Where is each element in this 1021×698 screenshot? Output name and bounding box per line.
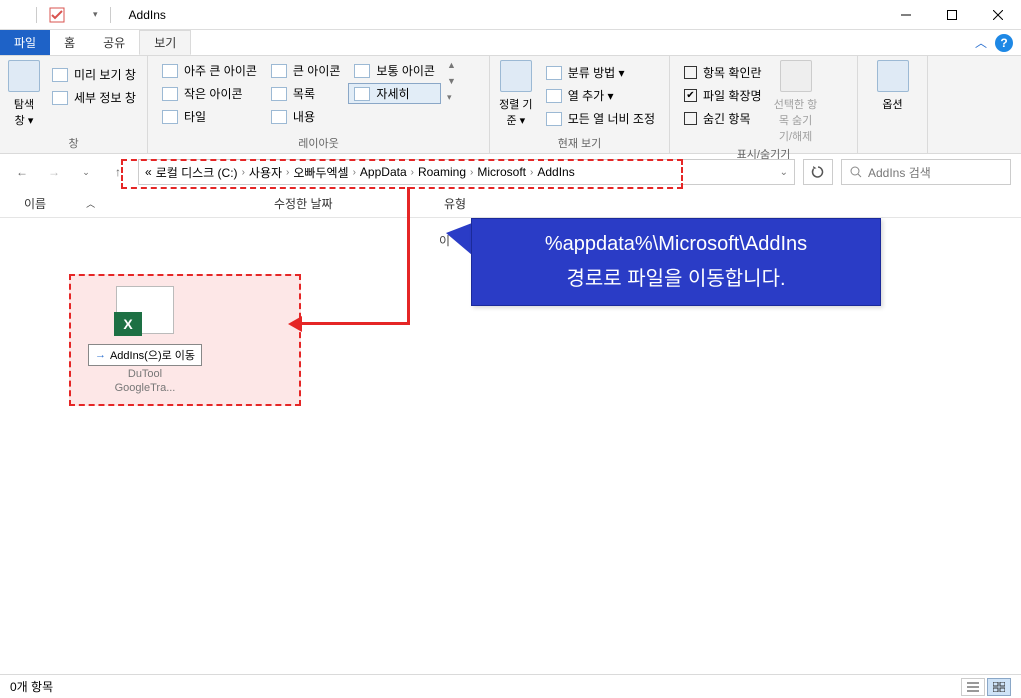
search-input[interactable]: AddIns 검색 xyxy=(841,159,1011,185)
folder-icon xyxy=(8,7,24,23)
qat-folder-icon[interactable] xyxy=(71,7,87,23)
layout-scroll-down-icon[interactable]: ▼ xyxy=(447,76,456,86)
move-tooltip: → AddIns(으)로 이동 xyxy=(88,344,202,366)
options-label: 옵션 xyxy=(882,96,902,112)
crumb-6[interactable]: AddIns xyxy=(537,165,574,179)
drop-target-highlight: X → AddIns(으)로 이동 DuTool GoogleTra... xyxy=(69,274,301,406)
title-bar: ▾ AddIns xyxy=(0,0,1021,30)
group-by-button[interactable]: 분류 방법 ▾ xyxy=(540,62,661,83)
minimize-button[interactable] xyxy=(883,0,929,30)
qat-dropdown-icon[interactable]: ▾ xyxy=(93,9,98,20)
options-button[interactable]: 옵션 xyxy=(871,60,915,112)
forward-button: → xyxy=(42,160,66,184)
search-placeholder: AddIns 검색 xyxy=(868,164,931,181)
view-details-button[interactable] xyxy=(961,678,985,696)
tab-share[interactable]: 공유 xyxy=(89,30,139,55)
ribbon-tabs: 파일 홈 공유 보기 ︿ ? xyxy=(0,30,1021,56)
content-area: 이 X → AddIns(으)로 이동 DuTool GoogleTra... … xyxy=(0,218,1021,692)
recent-dropdown-icon[interactable]: ⌄ xyxy=(74,160,98,184)
group-layout-label: 레이아웃 xyxy=(156,133,481,151)
ribbon-collapse-icon[interactable]: ︿ xyxy=(975,34,987,51)
window-title: AddIns xyxy=(129,8,166,22)
breadcrumb-prefix: « xyxy=(145,165,152,179)
qat-checkbox-icon[interactable] xyxy=(49,7,65,23)
layout-tiles[interactable]: 타일 xyxy=(156,106,263,127)
dragged-file[interactable]: X → AddIns(으)로 이동 DuTool GoogleTra... xyxy=(85,286,205,394)
help-icon[interactable]: ? xyxy=(995,34,1013,52)
file-name-line2: GoogleTra... xyxy=(85,382,205,394)
layout-list[interactable]: 목록 xyxy=(265,83,347,104)
back-button[interactable]: ← xyxy=(10,160,34,184)
layout-large[interactable]: 큰 아이콘 xyxy=(265,60,347,81)
callout-line2: 경로로 파일을 이동합니다. xyxy=(484,262,868,291)
layout-extra-large[interactable]: 아주 큰 아이콘 xyxy=(156,60,263,81)
close-button[interactable] xyxy=(975,0,1021,30)
group-options-label xyxy=(866,149,919,151)
layout-small[interactable]: 작은 아이콘 xyxy=(156,83,263,104)
layout-content[interactable]: 내용 xyxy=(265,106,347,127)
breadcrumb[interactable]: « 로컬 디스크 (C:)› 사용자› 오빠두엑셀› AppData› Roam… xyxy=(138,159,795,185)
checkbox-file-ext[interactable]: 파일 확장명 xyxy=(678,85,768,106)
callout-pointer xyxy=(446,223,472,255)
add-columns-button[interactable]: 열 추가 ▾ xyxy=(540,85,661,106)
checkbox-item-checkboxes[interactable]: 항목 확인란 xyxy=(678,62,768,83)
crumb-3[interactable]: AppData› xyxy=(360,165,414,179)
layout-more-icon[interactable]: ▾ xyxy=(447,92,456,103)
move-arrow-icon: → xyxy=(95,349,106,361)
group-currentview-label: 현재 보기 xyxy=(498,133,661,151)
maximize-button[interactable] xyxy=(929,0,975,30)
column-name[interactable]: 이름 ︿ xyxy=(14,195,264,212)
preview-pane-button[interactable]: 미리 보기 창 xyxy=(46,64,142,85)
annotation-arrow-head xyxy=(288,316,302,332)
breadcrumb-dropdown-icon[interactable]: ⌄ xyxy=(780,167,788,178)
annotation-arrow xyxy=(407,187,410,324)
callout-line1: %appdata%\Microsoft\AddIns xyxy=(484,233,868,256)
status-bar: 0개 항목 xyxy=(0,674,1021,698)
size-columns-button[interactable]: 모든 열 너비 조정 xyxy=(540,108,661,129)
annotation-arrow xyxy=(300,322,410,325)
checkbox-hidden-items[interactable]: 숨긴 항목 xyxy=(678,108,768,129)
tab-home[interactable]: 홈 xyxy=(50,30,89,55)
navigation-pane-button[interactable]: 탐색 창 ▾ xyxy=(8,60,40,128)
search-icon xyxy=(850,166,862,178)
group-panes-label: 창 xyxy=(8,133,139,151)
item-count: 0개 항목 xyxy=(10,678,53,695)
column-headers: 이름 ︿ 수정한 날짜 유형 xyxy=(0,190,1021,218)
file-name-line1: DuTool xyxy=(85,368,205,380)
hide-selected-button: 선택한 항목 숨기기/해제 xyxy=(774,60,818,144)
hide-selected-label: 선택한 항목 숨기기/해제 xyxy=(774,96,818,144)
details-pane-button[interactable]: 세부 정보 창 xyxy=(46,87,142,108)
crumb-2[interactable]: 오빠두엑셀› xyxy=(293,164,356,181)
address-bar-row: ← → ⌄ ↑ « 로컬 디스크 (C:)› 사용자› 오빠두엑셀› AppDa… xyxy=(0,154,1021,190)
column-type[interactable]: 유형 xyxy=(434,195,524,212)
crumb-4[interactable]: Roaming› xyxy=(418,165,473,179)
sort-indicator-icon: ︿ xyxy=(86,197,95,210)
layout-scroll-up-icon[interactable]: ▲ xyxy=(447,60,456,70)
tab-file[interactable]: 파일 xyxy=(0,30,50,55)
refresh-button[interactable] xyxy=(803,159,833,185)
navigation-pane-label: 탐색 창 ▾ xyxy=(8,96,40,128)
excel-file-icon: X xyxy=(116,286,174,334)
layout-details[interactable]: 자세히 xyxy=(348,83,441,104)
layout-medium[interactable]: 보통 아이콘 xyxy=(348,60,441,81)
crumb-0[interactable]: 로컬 디스크 (C:)› xyxy=(156,164,245,181)
crumb-1[interactable]: 사용자› xyxy=(249,164,289,181)
view-thumbnails-button[interactable] xyxy=(987,678,1011,696)
sort-by-button[interactable]: 정렬 기준 ▾ xyxy=(498,60,534,128)
ribbon: 탐색 창 ▾ 미리 보기 창 세부 정보 창 창 아주 큰 아이콘 작은 아이콘… xyxy=(0,56,1021,154)
crumb-5[interactable]: Microsoft› xyxy=(477,165,533,179)
annotation-callout: %appdata%\Microsoft\AddIns 경로로 파일을 이동합니다… xyxy=(471,218,881,306)
up-button[interactable]: ↑ xyxy=(106,160,130,184)
tab-view[interactable]: 보기 xyxy=(139,30,191,55)
sort-by-label: 정렬 기준 ▾ xyxy=(498,96,534,128)
